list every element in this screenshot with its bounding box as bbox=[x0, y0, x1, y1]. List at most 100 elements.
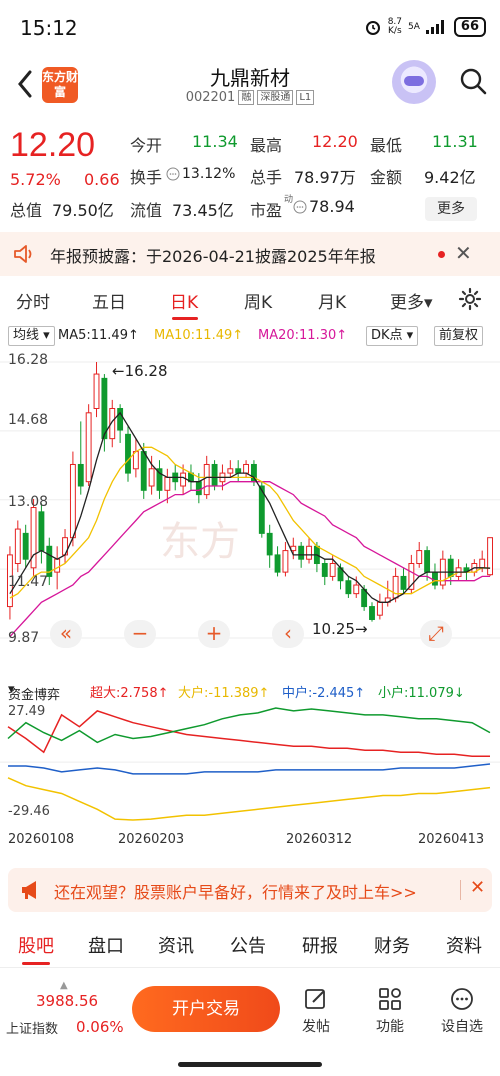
indicator-row: 均线 ▾ MA5:11.49↑ MA10:11.49↑ MA20:11.30↑ … bbox=[0, 324, 500, 348]
fund-flow-svg bbox=[0, 707, 500, 821]
candle-body bbox=[298, 545, 305, 560]
announcement-banner[interactable]: 年报预披露：于2026-04-21披露2025年年报 ✕ bbox=[0, 232, 500, 276]
adjust-mode-button[interactable]: 前复权 bbox=[434, 326, 484, 346]
tab-daily-k[interactable]: 日K bbox=[170, 288, 198, 313]
gear-icon[interactable] bbox=[458, 287, 482, 311]
search-icon[interactable] bbox=[458, 66, 488, 96]
home-indicator bbox=[178, 1062, 322, 1067]
candle-body bbox=[345, 580, 352, 595]
tab-research[interactable]: 研报 bbox=[302, 932, 338, 958]
fullscreen-icon[interactable]: ⤢ bbox=[420, 620, 452, 648]
tab-financials[interactable]: 财务 bbox=[374, 932, 410, 958]
tag-margin: 融 bbox=[238, 90, 255, 105]
scroll-left-icon[interactable]: « bbox=[50, 620, 82, 648]
close-icon[interactable]: ✕ bbox=[470, 877, 485, 898]
low-label: 最低 bbox=[370, 136, 403, 155]
fund-y-top: 27.49 bbox=[8, 704, 46, 719]
tab-guba[interactable]: 股吧 bbox=[18, 932, 54, 958]
dk-point-button[interactable]: DK点 ▾ bbox=[366, 326, 419, 346]
amount-label: 金额 bbox=[370, 168, 403, 187]
y-label-2: 14.68 bbox=[8, 412, 49, 428]
y-label-3: 13.08 bbox=[8, 494, 49, 510]
pe-info-icon[interactable] bbox=[293, 200, 307, 214]
edit-icon bbox=[305, 989, 325, 1009]
date-label-2: 20260203 bbox=[118, 832, 185, 847]
small-flow: 小户:11.079↓ bbox=[378, 686, 465, 701]
super-large-flow: 超大:2.758↑ bbox=[90, 686, 169, 701]
bottom-toolbar: ▲ 3988.56 上证指数 0.06% 开户交易 发帖 功能 设自选 bbox=[0, 976, 500, 1056]
fund-flow-chart[interactable]: 27.49 -29.46 bbox=[0, 704, 500, 824]
volume-label: 总手 bbox=[250, 168, 283, 187]
fund-flow-title[interactable]: 资金博弈 ▾ bbox=[8, 682, 60, 703]
candle-body bbox=[227, 468, 234, 474]
candle-body bbox=[140, 451, 147, 491]
tab-more[interactable]: 更多▾ bbox=[390, 288, 433, 313]
functions-button[interactable]: 功能 bbox=[362, 986, 418, 1036]
candle-body bbox=[400, 575, 407, 590]
ma5-line bbox=[9, 411, 491, 603]
candle-body bbox=[274, 554, 281, 573]
low-marker: 10.25→ bbox=[312, 620, 368, 638]
index-value[interactable]: 3988.56 bbox=[36, 992, 98, 1010]
status-icons: 8.7 K/s 5A 66 bbox=[364, 17, 486, 37]
candle-body bbox=[203, 463, 210, 496]
candle-body bbox=[487, 537, 494, 576]
candle-body bbox=[306, 545, 312, 560]
add-watchlist-button[interactable]: 设自选 bbox=[434, 986, 490, 1036]
alarm-icon bbox=[365, 21, 380, 35]
candle-body bbox=[180, 472, 187, 487]
current-price: 12.20 bbox=[10, 126, 96, 164]
ma-type-selector[interactable]: 均线 ▾ bbox=[8, 326, 55, 346]
tab-orderbook[interactable]: 盘口 bbox=[88, 932, 124, 958]
total-cap-value: 79.50亿 bbox=[52, 201, 114, 220]
open-value: 11.34 bbox=[192, 132, 238, 151]
zoom-out-icon[interactable]: − bbox=[124, 620, 156, 648]
candle-body bbox=[329, 563, 336, 577]
medium-flow: 中户:-2.445↑ bbox=[282, 686, 366, 701]
high-label: 最高 bbox=[250, 136, 283, 155]
tag-sz-connect: 深股通 bbox=[257, 90, 294, 105]
candle-body bbox=[369, 606, 375, 620]
tab-intraday[interactable]: 分时 bbox=[16, 288, 50, 313]
tab-weekly-k[interactable]: 周K bbox=[244, 288, 272, 313]
assistant-avatar-icon[interactable] bbox=[392, 60, 436, 104]
post-button[interactable]: 发帖 bbox=[288, 986, 344, 1036]
active-content-tab-indicator bbox=[22, 962, 50, 965]
candle-body bbox=[321, 563, 328, 577]
tab-five-day[interactable]: 五日 bbox=[92, 288, 126, 313]
signal-icon bbox=[425, 20, 444, 34]
zoom-in-icon[interactable]: + bbox=[198, 620, 230, 648]
tab-announcements[interactable]: 公告 bbox=[230, 932, 266, 958]
nav-bar: 东方财富 九鼎新材 002201 融 深股通 L1 bbox=[0, 56, 500, 116]
tab-profile[interactable]: 资料 bbox=[446, 932, 482, 958]
open-account-trade-button[interactable]: 开户交易 bbox=[132, 986, 280, 1032]
candle-body bbox=[85, 412, 92, 483]
candle-body bbox=[479, 558, 486, 569]
candle-body bbox=[447, 558, 454, 577]
candle-body bbox=[353, 584, 360, 595]
signal-label: 5A bbox=[408, 22, 420, 32]
tab-monthly-k[interactable]: 月K bbox=[318, 288, 346, 313]
content-tabs: 股吧 盘口 资讯 公告 研报 财务 资料 bbox=[0, 920, 500, 968]
step-left-icon[interactable]: ‹ bbox=[272, 620, 304, 648]
y-label-bottom: 9.87 bbox=[8, 630, 40, 646]
functions-label: 功能 bbox=[376, 1019, 404, 1035]
tab-news[interactable]: 资讯 bbox=[158, 932, 194, 958]
date-label-1: 20260108 bbox=[8, 832, 75, 847]
index-name: 上证指数 bbox=[6, 1022, 59, 1037]
app-logo: 东方财富 bbox=[42, 67, 78, 103]
back-arrow-icon[interactable] bbox=[12, 66, 40, 102]
candle-body bbox=[266, 532, 273, 556]
candle-body bbox=[235, 468, 242, 474]
high-value: 12.20 bbox=[312, 132, 358, 151]
close-icon[interactable]: ✕ bbox=[455, 241, 472, 265]
more-quote-button[interactable]: 更多 bbox=[425, 197, 477, 221]
float-cap-value: 73.45亿 bbox=[172, 201, 234, 220]
stock-code: 002201 bbox=[185, 90, 236, 105]
date-label-3: 20260312 bbox=[286, 832, 353, 847]
info-icon[interactable] bbox=[166, 167, 180, 181]
status-bar: 15:12 8.7 K/s 5A 66 bbox=[0, 0, 500, 56]
ma5-value: MA5:11.49↑ bbox=[58, 328, 139, 343]
date-label-4: 20260413 bbox=[418, 832, 485, 847]
promo-banner[interactable]: 还在观望？股票账户早备好，行情来了及时上车>> ✕ bbox=[8, 868, 492, 912]
